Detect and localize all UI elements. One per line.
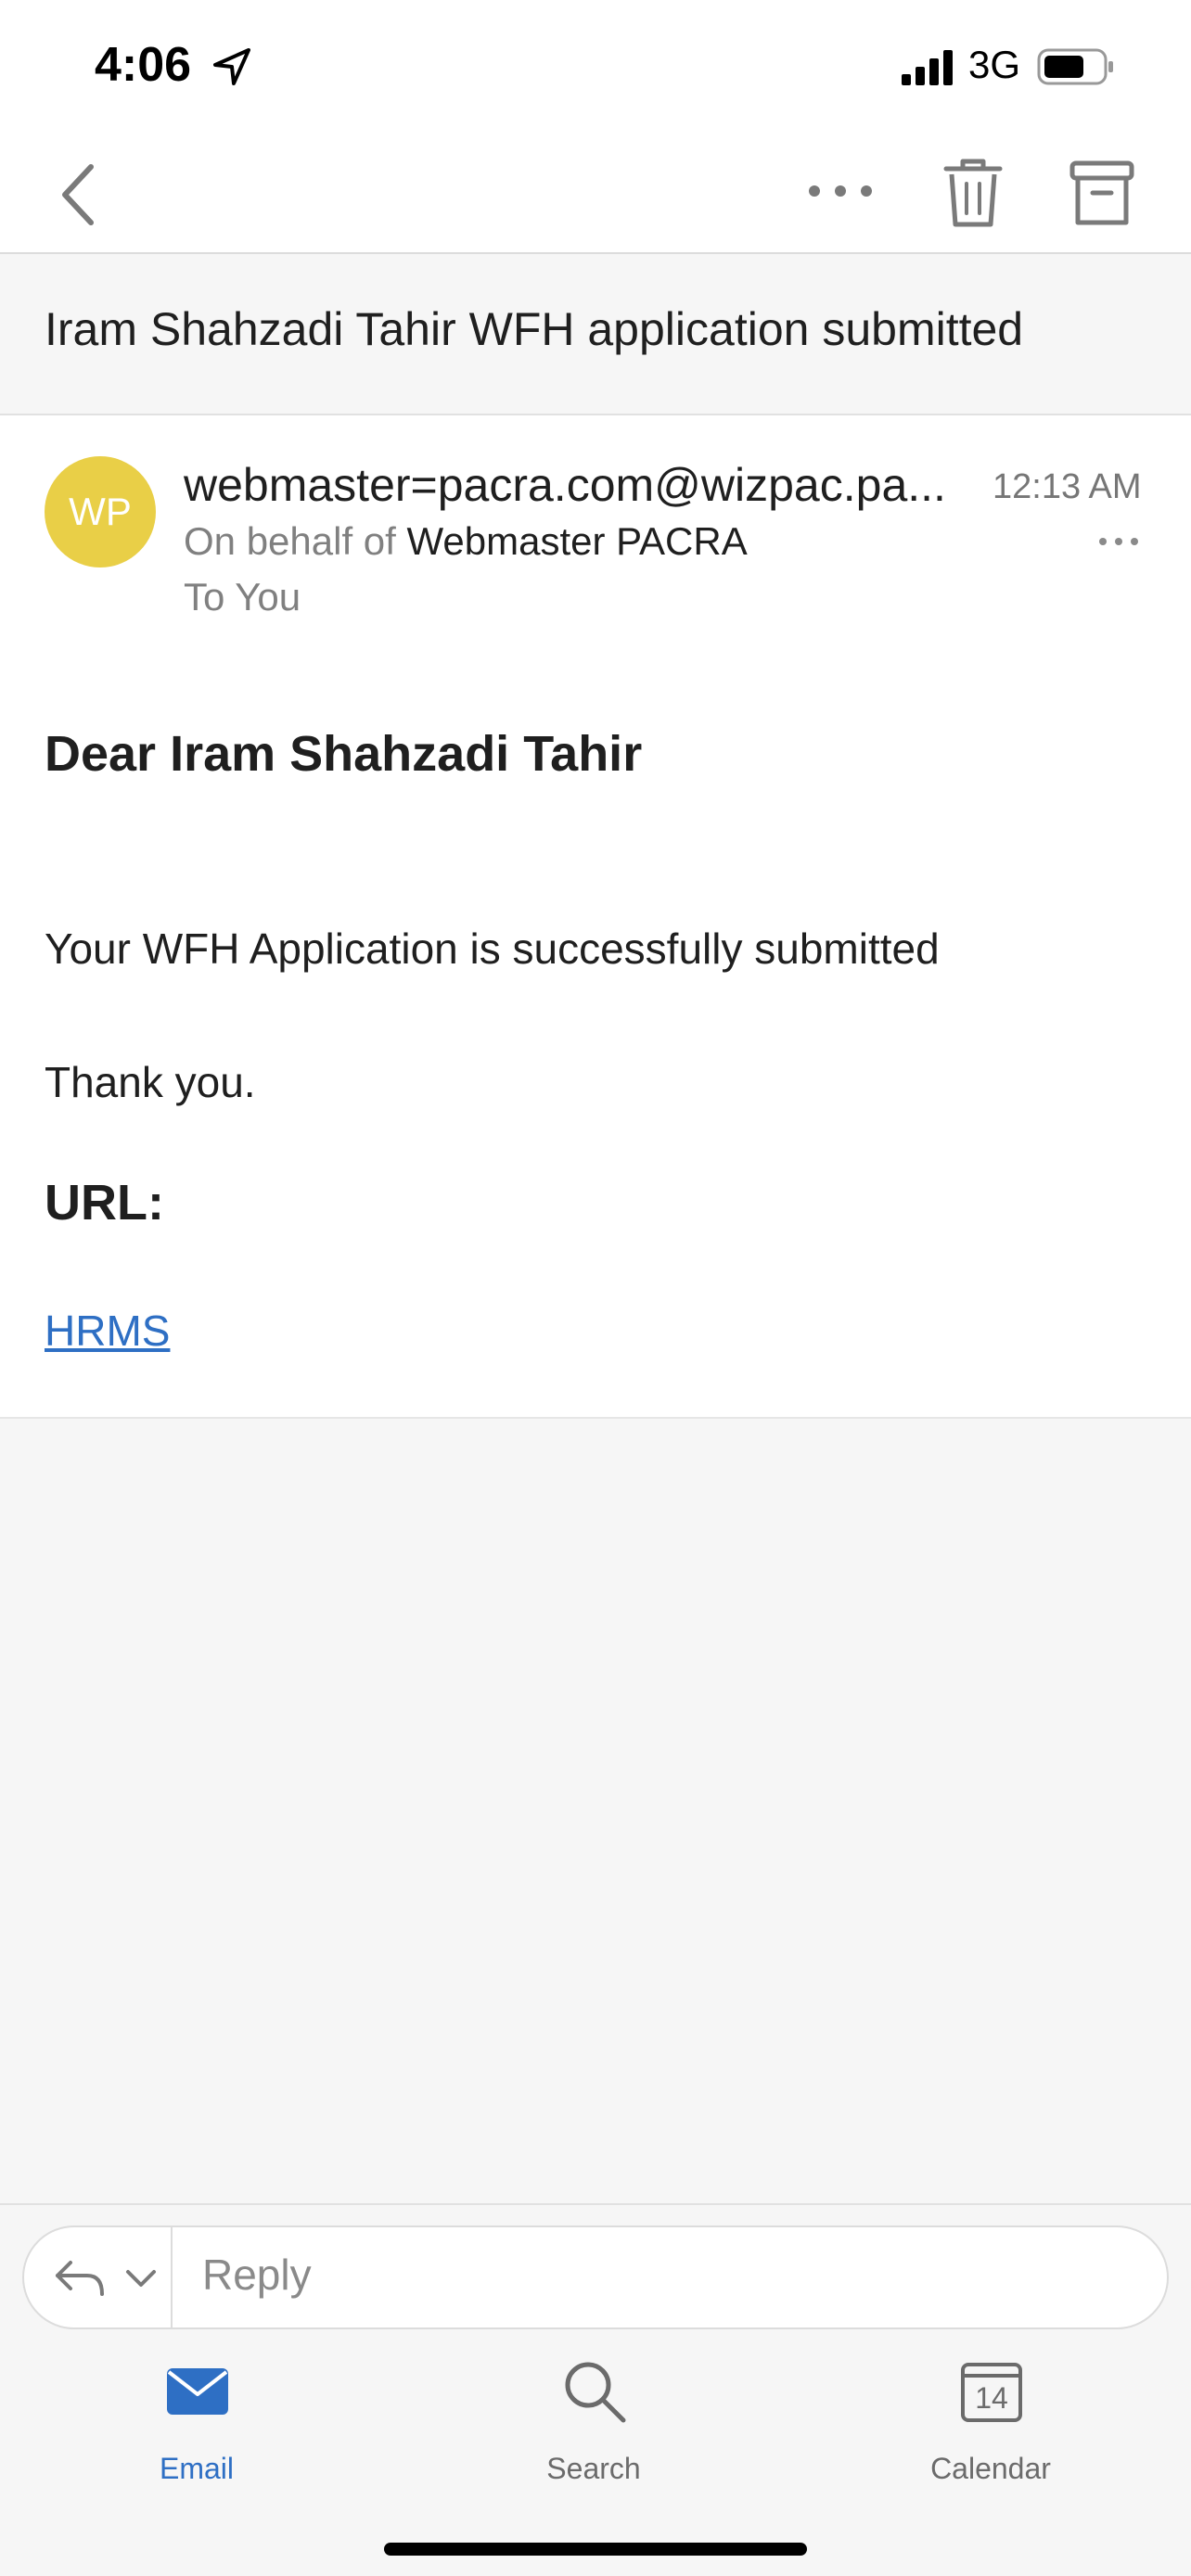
reply-options-button[interactable] <box>24 2227 173 2327</box>
ellipsis-icon[interactable] <box>1096 530 1141 553</box>
message-time: 12:13 AM <box>992 467 1142 506</box>
trash-icon[interactable] <box>941 156 1005 230</box>
tab-calendar[interactable]: 14 Calendar <box>889 2359 1093 2498</box>
search-icon <box>565 2362 626 2423</box>
email-subject: Iram Shahzadi Tahir WFH application subm… <box>45 303 1024 355</box>
envelope-icon <box>167 2368 228 2415</box>
reply-box[interactable]: Reply <box>22 2225 1169 2329</box>
reply-arrow-icon <box>56 2261 104 2296</box>
email-greeting: Dear Iram Shahzadi Tahir <box>45 726 643 782</box>
tab-calendar-label: Calendar <box>930 2452 1051 2485</box>
status-time: 4:06 <box>95 38 192 92</box>
calendar-day: 14 <box>975 2381 1008 2415</box>
chevron-left-icon[interactable] <box>50 158 109 232</box>
subject-bar: Iram Shahzadi Tahir WFH application subm… <box>0 254 1191 415</box>
tab-search[interactable]: Search <box>492 2359 696 2498</box>
sender-avatar[interactable]: WP <box>45 456 156 567</box>
on-behalf-prefix: On behalf of <box>184 519 396 563</box>
status-bar: 4:06 3G <box>0 0 1191 130</box>
email-thanks: Thank you. <box>45 1058 256 1106</box>
email-body-text: Your WFH Application is successfully sub… <box>45 925 940 973</box>
tab-email[interactable]: Email <box>95 2359 299 2498</box>
url-label: URL: <box>45 1175 164 1231</box>
tab-email-label: Email <box>159 2452 234 2485</box>
signal-bars-icon <box>902 50 953 85</box>
message-body: WP webmaster=pacra.com@wizpac.pa... 12:1… <box>0 415 1191 1419</box>
sender-address[interactable]: webmaster=pacra.com@wizpac.pa... <box>184 458 946 512</box>
hrms-link[interactable]: HRMS <box>45 1306 170 1356</box>
battery-icon <box>1037 48 1113 85</box>
message-toolbar <box>0 130 1191 254</box>
network-type: 3G <box>968 43 1021 86</box>
on-behalf-line: On behalf of Webmaster PACRA <box>184 519 748 564</box>
location-arrow-icon <box>213 48 250 85</box>
ellipsis-icon[interactable] <box>803 172 877 210</box>
recipient-line[interactable]: To You <box>184 575 301 619</box>
reply-bar: Reply <box>0 2203 1191 2329</box>
on-behalf-name[interactable]: Webmaster PACRA <box>407 519 748 563</box>
chevron-down-icon <box>126 2270 156 2287</box>
reply-input[interactable]: Reply <box>202 2250 312 2300</box>
tab-search-label: Search <box>546 2452 641 2485</box>
home-indicator[interactable] <box>384 2543 807 2556</box>
tab-bar: Email Search 14 Calendar <box>0 2318 1191 2576</box>
archive-icon[interactable] <box>1069 158 1135 228</box>
